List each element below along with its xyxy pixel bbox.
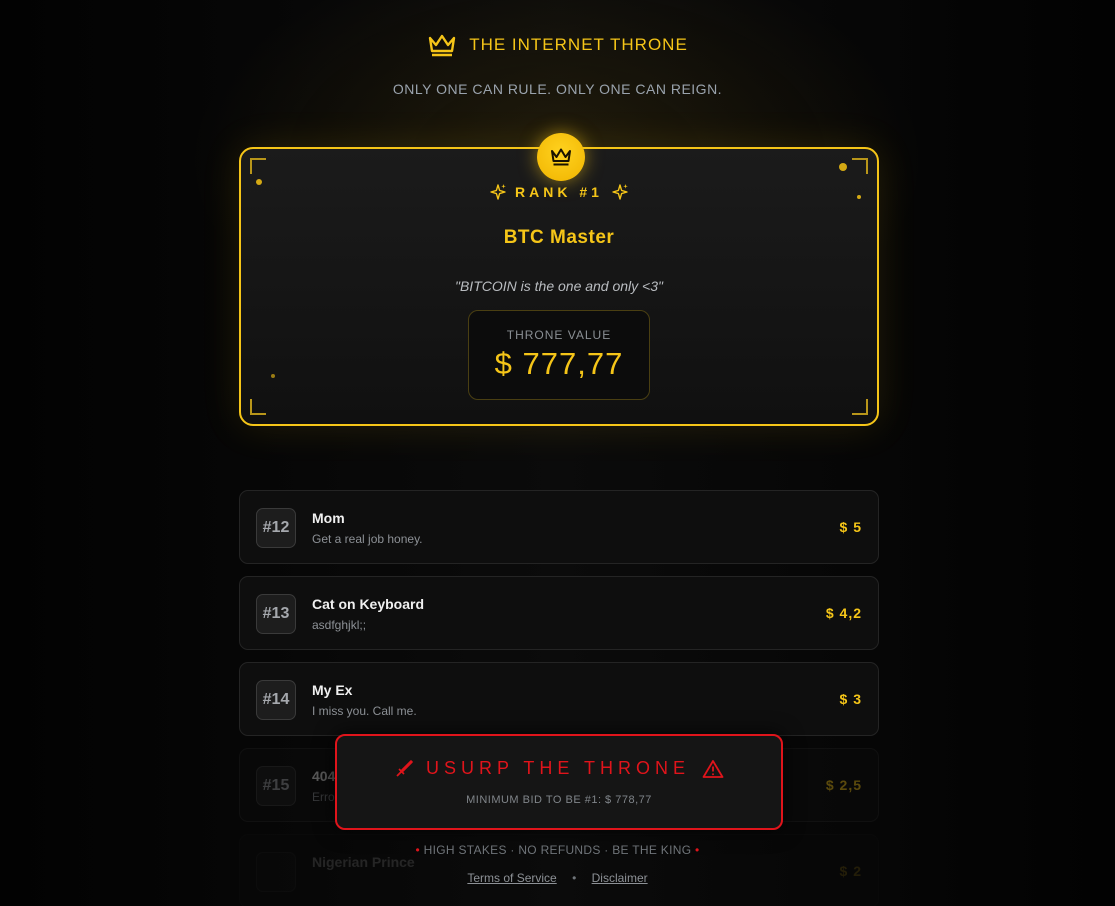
rank-badge: #13: [256, 594, 296, 634]
leaderboard-entry[interactable]: #14 My Ex I miss you. Call me. $ 3: [239, 662, 879, 736]
leaderboard-entry[interactable]: #12 Mom Get a real job honey. $ 5: [239, 490, 879, 564]
rank-label: RANK #1: [515, 184, 603, 200]
site-tagline: ONLY ONE CAN RULE. ONLY ONE CAN REIGN.: [392, 81, 723, 97]
terms-link[interactable]: Terms of Service: [467, 871, 556, 885]
minimum-bid-text: MINIMUM BID TO BE #1: $ 778,77: [466, 794, 652, 806]
rank-badge: #12: [256, 508, 296, 548]
entry-name: Cat on Keyboard: [312, 596, 425, 612]
sparkles-icon: [490, 184, 506, 200]
throne-value-amount: $ 777,77: [494, 346, 624, 381]
throne-card: RANK #1 BTC Master "BITCOIN is the one a…: [239, 133, 879, 426]
entry-amount: $ 5: [839, 519, 862, 535]
throne-value-label: THRONE VALUE: [506, 328, 612, 342]
rank-badge: #15: [256, 766, 296, 806]
footer-tagline: • HIGH STAKES · NO REFUNDS · BE THE KING…: [0, 843, 1115, 857]
brand: THE INTERNET THRONE: [427, 32, 688, 58]
entry-message: Erro: [312, 790, 335, 804]
entry-amount: $ 3: [839, 691, 862, 707]
entry-name: Mom: [312, 510, 345, 526]
footer-links: Terms of Service • Disclaimer: [0, 871, 1115, 885]
rank-line: RANK #1: [241, 183, 877, 201]
red-dot-icon: •: [694, 843, 700, 857]
king-name: BTC Master: [503, 227, 615, 248]
leaderboard-entry[interactable]: #13 Cat on Keyboard asdfghjkl;; $ 4,2: [239, 576, 879, 650]
sparkle-dot: [271, 374, 275, 378]
sparkle-dot: [839, 163, 847, 171]
corner-ornament: [852, 399, 868, 415]
entry-message: Get a real job honey.: [312, 532, 423, 546]
sparkles-icon: [612, 184, 628, 200]
corner-ornament: [852, 158, 868, 174]
disclaimer-link[interactable]: Disclaimer: [592, 871, 648, 885]
rank-badge: #14: [256, 680, 296, 720]
entry-amount: $ 2,5: [825, 777, 862, 793]
usurp-label: USURP THE THRONE: [425, 758, 691, 778]
king-quote: "BITCOIN is the one and only <3": [455, 278, 663, 294]
sword-icon: [396, 759, 413, 777]
footer-separator: •: [572, 871, 577, 885]
usurp-throne-button[interactable]: USURP THE THRONE MINIMUM BID TO BE #1: $…: [335, 734, 783, 830]
site-header: THE INTERNET THRONE: [0, 32, 1115, 63]
corner-ornament: [250, 399, 266, 415]
throne-value-box: THRONE VALUE $ 777,77: [468, 310, 650, 400]
entry-name: My Ex: [312, 682, 353, 698]
warning-icon: [702, 759, 724, 778]
entry-message: I miss you. Call me.: [312, 704, 417, 718]
crown-badge: [537, 133, 585, 181]
entry-message: asdfghjkl;;: [312, 618, 367, 632]
footer-tagline-text: HIGH STAKES · NO REFUNDS · BE THE KING: [423, 843, 692, 857]
crown-icon: [428, 34, 456, 57]
corner-ornament: [250, 158, 266, 174]
entry-amount: $ 4,2: [825, 605, 862, 621]
site-title: THE INTERNET THRONE: [469, 35, 688, 54]
crown-icon: [551, 148, 571, 166]
usurp-header: USURP THE THRONE: [337, 758, 781, 779]
red-dot-icon: •: [415, 843, 421, 857]
entry-name: 404: [312, 768, 336, 784]
